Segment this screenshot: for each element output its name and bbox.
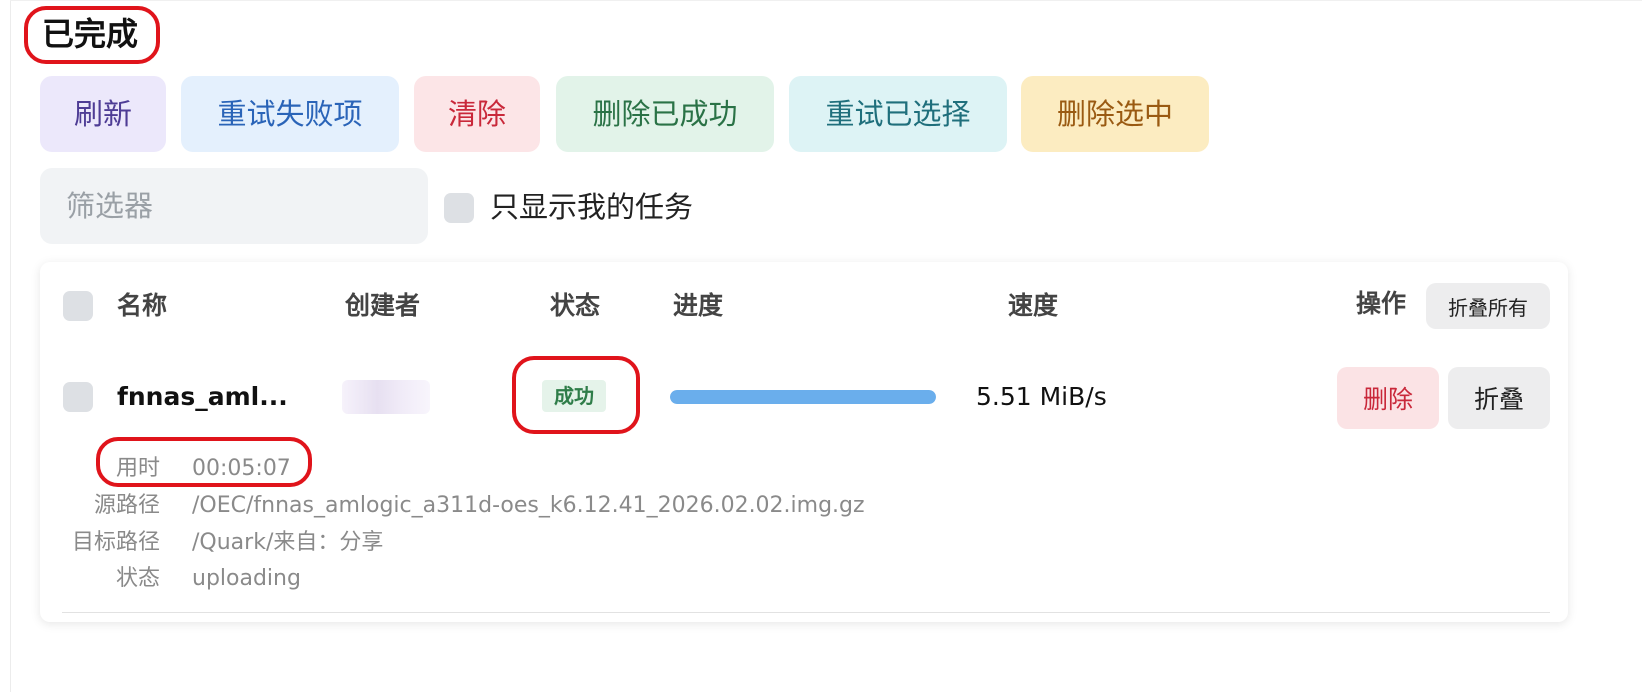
filter-input[interactable] [40,168,428,244]
column-header-name: 名称 [117,291,168,320]
collapse-all-button[interactable]: 折叠所有 [1426,283,1550,329]
column-header-progress: 进度 [673,291,724,320]
column-header-actions: 操作 [1356,289,1407,318]
retry-selected-button[interactable]: 重试已选择 [789,76,1007,152]
column-header-creator: 创建者 [345,291,421,320]
delete-selected-button[interactable]: 删除选中 [1021,76,1209,152]
detail-key-state: 状态 [115,566,160,591]
collapse-button[interactable]: 折叠 [1448,367,1550,429]
progress-bar [670,390,936,404]
delete-succeeded-button[interactable]: 删除已成功 [556,76,774,152]
only-mine-label: 只显示我的任务 [490,190,694,224]
top-divider [10,0,1642,1]
row-checkbox[interactable] [63,382,93,412]
detail-value-target-path: /Quark/来自：分享 [192,530,384,555]
status-badge: 成功 [542,380,606,412]
detail-key-source-path: 源路径 [93,493,160,518]
retry-failed-button[interactable]: 重试失败项 [181,76,399,152]
section-title: 已完成 [42,15,139,53]
task-name[interactable]: fnnas_aml... [117,379,288,415]
delete-button[interactable]: 删除 [1337,367,1439,429]
detail-key-target-path: 目标路径 [71,530,160,555]
speed-value: 5.51 MiB/s [976,382,1107,411]
detail-key-elapsed: 用时 [115,456,160,481]
refresh-button[interactable]: 刷新 [40,76,166,152]
task-table: 名称 创建者 状态 进度 速度 操作 折叠所有 fnnas_aml... 成功 … [40,262,1568,622]
detail-value-elapsed: 00:05:07 [192,456,291,481]
clear-button[interactable]: 清除 [414,76,540,152]
column-header-speed: 速度 [1008,291,1059,320]
select-all-checkbox[interactable] [63,291,93,321]
row-divider [62,612,1550,613]
detail-value-source-path: /OEC/fnnas_amlogic_a311d-oes_k6.12.41_20… [192,493,865,518]
only-mine-checkbox[interactable] [444,193,474,223]
column-header-status: 状态 [550,291,601,320]
left-divider [10,0,11,692]
progress-bar-fill [670,390,936,404]
detail-value-state: uploading [192,566,301,591]
creator-avatar [342,380,430,414]
